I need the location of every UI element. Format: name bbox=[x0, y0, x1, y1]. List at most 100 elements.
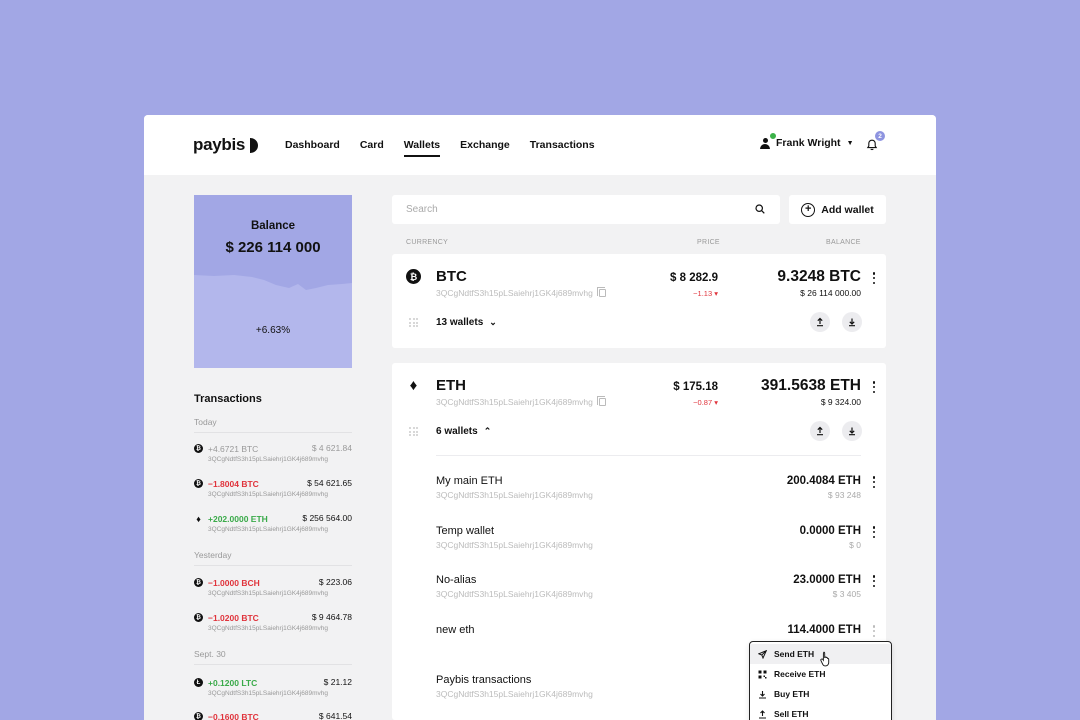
nav-dashboard[interactable]: Dashboard bbox=[285, 135, 340, 155]
coin-address: 3QCgNdtfS3h15pLSaiehrj1GK4j689mvhg bbox=[436, 396, 606, 407]
bitcoin-icon: ₿ bbox=[406, 269, 421, 284]
wallet-balance-usd: $ 93 248 bbox=[827, 490, 861, 500]
coin-symbol: BTC bbox=[436, 268, 467, 285]
bell-icon[interactable] bbox=[866, 139, 878, 151]
divider bbox=[194, 565, 352, 566]
download-icon bbox=[849, 427, 855, 436]
more-options-icon[interactable] bbox=[872, 575, 876, 587]
search-icon[interactable] bbox=[755, 204, 765, 214]
tx-group-label: Yesterday bbox=[194, 550, 232, 560]
wallet-address: 3QCgNdtfS3h15pLSaiehrj1GK4j689mvhg bbox=[436, 589, 593, 599]
bitcoin-icon: ₿ bbox=[194, 712, 203, 720]
wallet-row[interactable]: No-alias 3QCgNdtfS3h15pLSaiehrj1GK4j689m… bbox=[392, 574, 886, 614]
more-options-icon[interactable] bbox=[872, 476, 876, 488]
coin-balance: 9.3248 BTC bbox=[777, 268, 861, 285]
coin-address: 3QCgNdtfS3h15pLSaiehrj1GK4j689mvhg bbox=[436, 287, 606, 298]
verified-check-icon bbox=[769, 131, 777, 140]
bitcoin-cash-icon: ₿ bbox=[194, 578, 203, 587]
chevron-down-icon: ⌄ bbox=[489, 317, 497, 327]
main-nav: Dashboard Card Wallets Exchange Transact… bbox=[285, 115, 595, 175]
copy-icon[interactable] bbox=[596, 287, 606, 297]
balance-card: Balance $ 226 114 000 +6.63% bbox=[194, 195, 352, 368]
wallet-row[interactable]: My main ETH 3QCgNdtfS3h15pLSaiehrj1GK4j6… bbox=[392, 475, 886, 515]
transaction-item[interactable]: Ł +0.1200 LTC $ 21.12 3QCgNdtfS3h15pLSai… bbox=[194, 675, 352, 705]
upload-icon bbox=[817, 317, 823, 327]
drag-handle-icon[interactable] bbox=[409, 427, 418, 436]
transaction-item[interactable]: ₿ −1.0200 BTC $ 9 464.78 3QCgNdtfS3h15pL… bbox=[194, 610, 352, 640]
paybis-logo[interactable]: paybis bbox=[193, 135, 259, 155]
column-header-price: PRICE bbox=[697, 239, 720, 246]
search-input[interactable] bbox=[406, 195, 746, 224]
copy-icon[interactable] bbox=[596, 396, 606, 406]
notification-badge: 2 bbox=[875, 131, 885, 141]
more-options-icon[interactable] bbox=[872, 625, 876, 637]
wallet-count-toggle[interactable]: 6 wallets ⌃ bbox=[436, 426, 491, 437]
wallet-balance-usd: $ 0 bbox=[849, 540, 861, 550]
coin-symbol: ETH bbox=[436, 377, 466, 394]
add-wallet-button[interactable]: + Add wallet bbox=[789, 195, 886, 224]
divider bbox=[436, 455, 861, 456]
user-menu[interactable]: Frank Wright ▼ bbox=[760, 131, 854, 149]
transaction-item[interactable]: ₿ −0.1600 BTC $ 641.54 bbox=[194, 709, 352, 720]
drag-handle-icon[interactable] bbox=[409, 318, 418, 327]
nav-transactions[interactable]: Transactions bbox=[530, 135, 595, 155]
tx-amount: +202.0000 ETH bbox=[208, 514, 268, 524]
download-icon bbox=[758, 690, 767, 699]
ethereum-icon: ♦ bbox=[409, 377, 418, 394]
balance-change: +6.63% bbox=[255, 325, 291, 336]
transaction-item[interactable]: ₿ −1.0000 BCH $ 223.06 3QCgNdtfS3h15pLSa… bbox=[194, 575, 352, 605]
more-options-icon[interactable] bbox=[872, 381, 876, 393]
wallet-count-toggle[interactable]: 13 wallets ⌄ bbox=[436, 317, 497, 328]
top-bar: paybis Dashboard Card Wallets Exchange T… bbox=[144, 115, 936, 175]
bitcoin-icon: ₿ bbox=[194, 444, 203, 453]
hand-pointer-cursor-icon bbox=[820, 651, 830, 667]
more-options-icon[interactable] bbox=[872, 526, 876, 538]
more-options-icon[interactable] bbox=[872, 272, 876, 284]
tx-usd: $ 54 621.65 bbox=[307, 478, 352, 488]
tx-usd: $ 256 564.00 bbox=[302, 513, 352, 523]
coin-price-change: −0.87 ▾ bbox=[693, 398, 718, 407]
tx-address: 3QCgNdtfS3h15pLSaiehrj1GK4j689mvhg bbox=[208, 590, 328, 597]
receive-button[interactable] bbox=[842, 421, 862, 441]
chevron-up-icon: ⌃ bbox=[483, 426, 492, 436]
wallet-balance-usd: $ 3 405 bbox=[832, 589, 861, 599]
menu-item-receive-eth[interactable]: Receive ETH bbox=[750, 664, 891, 684]
wallet-name: new eth bbox=[436, 624, 475, 636]
tx-amount: +4.6721 BTC bbox=[208, 444, 259, 454]
tx-amount: −0.1600 BTC bbox=[208, 712, 259, 720]
tx-usd: $ 641.54 bbox=[318, 711, 352, 720]
nav-wallets[interactable]: Wallets bbox=[403, 135, 441, 157]
menu-item-buy-eth[interactable]: Buy ETH bbox=[750, 684, 891, 704]
tx-address: 3QCgNdtfS3h15pLSaiehrj1GK4j689mvhg bbox=[208, 456, 328, 463]
tx-amount: +0.1200 LTC bbox=[208, 678, 258, 688]
tx-address: 3QCgNdtfS3h15pLSaiehrj1GK4j689mvhg bbox=[208, 491, 328, 498]
search-box bbox=[392, 195, 780, 224]
ethereum-icon: ♦ bbox=[196, 513, 201, 524]
tx-amount: −1.8004 BTC bbox=[208, 479, 259, 489]
transactions-heading: Transactions bbox=[194, 393, 262, 405]
qr-code-icon bbox=[758, 670, 767, 679]
transaction-item[interactable]: ₿ −1.8004 BTC $ 54 621.65 3QCgNdtfS3h15p… bbox=[194, 476, 352, 506]
wallet-balance: 114.4000 ETH bbox=[787, 624, 861, 636]
menu-item-sell-eth[interactable]: Sell ETH bbox=[750, 704, 891, 720]
bitcoin-icon: ₿ bbox=[194, 613, 203, 622]
receive-button[interactable] bbox=[842, 312, 862, 332]
wallet-address: 3QCgNdtfS3h15pLSaiehrj1GK4j689mvhg bbox=[436, 540, 593, 550]
send-button[interactable] bbox=[810, 312, 830, 332]
wallet-row[interactable]: Temp wallet 3QCgNdtfS3h15pLSaiehrj1GK4j6… bbox=[392, 525, 886, 565]
transaction-item[interactable]: ₿ +4.6721 BTC $ 4 621.84 3QCgNdtfS3h15pL… bbox=[194, 441, 352, 471]
balance-label: Balance bbox=[250, 220, 296, 232]
wallet-address: 3QCgNdtfS3h15pLSaiehrj1GK4j689mvhg bbox=[436, 490, 593, 500]
nav-card[interactable]: Card bbox=[360, 135, 384, 155]
wallet-balance: 23.0000 ETH bbox=[793, 574, 861, 586]
user-name: Frank Wright bbox=[776, 137, 841, 149]
nav-exchange[interactable]: Exchange bbox=[460, 135, 510, 155]
coin-price: $ 175.18 bbox=[673, 381, 718, 393]
wallet-balance: 0.0000 ETH bbox=[799, 525, 861, 537]
balance-value: $ 226 114 000 bbox=[225, 239, 321, 256]
coin-price-change: −1.13 ▾ bbox=[693, 289, 718, 298]
transaction-item[interactable]: ♦ +202.0000 ETH $ 256 564.00 3QCgNdtfS3h… bbox=[194, 511, 352, 541]
column-header-balance: BALANCE bbox=[826, 239, 861, 246]
divider bbox=[194, 432, 352, 433]
send-button[interactable] bbox=[810, 421, 830, 441]
